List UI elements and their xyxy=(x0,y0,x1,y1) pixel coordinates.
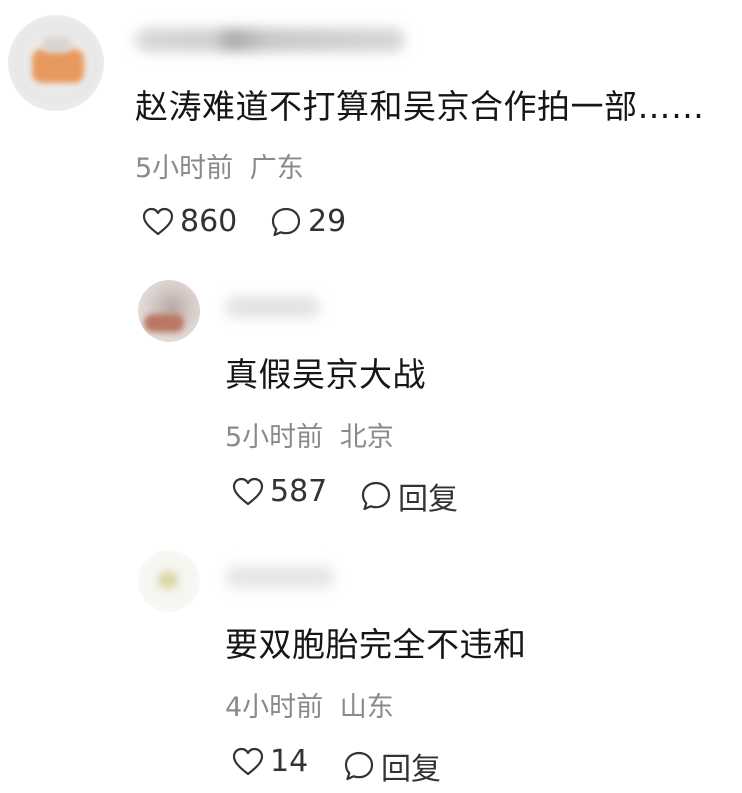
comment-location: 广东 xyxy=(249,153,304,184)
heart-icon xyxy=(142,207,174,235)
comment-text: 赵涛难道不打算和吴京合作拍一部…… xyxy=(135,87,705,126)
like-button[interactable]: 587 xyxy=(232,474,327,509)
comment-text: 真假吴京大战 xyxy=(225,355,426,394)
comment-time: 4小时前 xyxy=(225,692,324,723)
username-blurred[interactable] xyxy=(135,28,405,52)
comment-time: 5小时前 xyxy=(225,422,324,453)
avatar[interactable] xyxy=(138,550,200,612)
comment-bubble-icon xyxy=(271,207,301,236)
reply-label: 回复 xyxy=(381,752,441,787)
heart-icon xyxy=(232,477,264,505)
username-blurred[interactable] xyxy=(225,566,335,588)
reply-button[interactable]: 回复 xyxy=(343,744,441,788)
comment-text: 要双胞胎完全不违和 xyxy=(225,625,527,664)
heart-icon xyxy=(232,747,264,775)
like-count: 860 xyxy=(180,204,238,239)
comment-meta: 5小时前 北京 xyxy=(225,415,394,454)
avatar[interactable] xyxy=(138,280,200,342)
reply-count: 29 xyxy=(308,204,347,239)
like-button[interactable]: 14 xyxy=(232,744,308,779)
like-button[interactable]: 860 xyxy=(142,204,237,239)
comment-meta: 5小时前 广东 xyxy=(135,146,304,185)
comment-location: 山东 xyxy=(339,692,394,723)
comment-meta: 4小时前 山东 xyxy=(225,685,394,724)
comment-bubble-icon xyxy=(361,481,391,511)
comment-location: 北京 xyxy=(339,422,394,453)
avatar[interactable] xyxy=(8,15,104,111)
comment-bubble-icon xyxy=(344,751,374,781)
reply-label: 回复 xyxy=(398,482,458,517)
comment-time: 5小时前 xyxy=(135,153,234,184)
reply-button[interactable]: 29 xyxy=(270,204,346,239)
username-blurred[interactable] xyxy=(225,296,320,318)
reply-button[interactable]: 回复 xyxy=(360,474,458,518)
like-count: 587 xyxy=(270,474,328,509)
like-count: 14 xyxy=(270,744,309,779)
